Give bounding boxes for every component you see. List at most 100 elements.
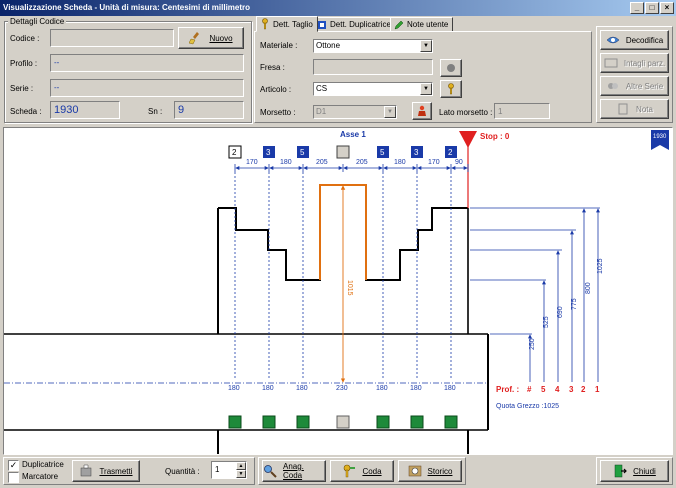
stop-label: Stop : 0 — [480, 132, 510, 141]
clamp-marker — [296, 415, 310, 429]
nuovo-label: Nuovo — [209, 33, 233, 43]
materiale-select[interactable]: Ottone ▼ — [313, 39, 433, 53]
title-bar: Visualizzazione Scheda - Unità di misura… — [0, 0, 676, 16]
prof-value: 5 — [541, 385, 546, 394]
anag-coda-button[interactable]: Anag. Coda — [262, 460, 326, 482]
fresa-label: Fresa : — [260, 63, 285, 72]
scheda-flag-icon — [651, 130, 669, 150]
marcatore-label: Marcatore — [22, 472, 59, 481]
tab-label: Note utente — [407, 20, 449, 29]
nota-button[interactable]: Nota — [600, 99, 669, 119]
marcatore-checkbox[interactable] — [8, 472, 19, 483]
articolo-select[interactable]: CS ▼ — [313, 82, 433, 96]
bottom-value: 180 — [262, 385, 274, 392]
codice-label: Codice : — [10, 34, 40, 43]
key-queue-icon — [342, 464, 356, 478]
minimize-button[interactable]: _ — [630, 2, 644, 14]
tab-label: Dett. Duplicatrice — [330, 20, 391, 29]
tab-dett-taglio[interactable]: Dett. Taglio — [256, 16, 318, 32]
tab-dett-duplicatrice[interactable]: Dett. Duplicatrice — [313, 17, 396, 32]
clamp-marker — [262, 415, 276, 429]
transmit-icon — [79, 464, 93, 478]
right-dim-label: 1025 — [597, 258, 604, 274]
fresa-field — [313, 59, 433, 75]
clamp-markers — [228, 415, 458, 429]
serie-field: -- — [50, 79, 244, 97]
bottom-value: 180 — [296, 385, 308, 392]
right-dim-label: 250 — [529, 338, 536, 350]
stop-triangle-icon — [459, 131, 477, 148]
morsetto-person-button[interactable] — [412, 102, 432, 120]
search-people-icon — [263, 464, 277, 478]
intagli-parz-button[interactable]: Intagli parz. — [600, 53, 669, 73]
cut-code: 3 — [414, 148, 419, 157]
chiudi-button[interactable]: Chiudi — [600, 460, 669, 482]
right-dim-label: 800 — [585, 282, 592, 294]
scheda-flag-label: 1930 — [653, 134, 667, 140]
chevron-down-icon[interactable]: ▼ — [420, 83, 432, 95]
right-dim-label: 690 — [557, 306, 564, 318]
tab-label: Dett. Taglio — [273, 19, 313, 29]
right-dim-label: 525 — [543, 316, 550, 328]
decodifica-label: Decodifica — [625, 35, 664, 45]
lato-label: Lato morsetto : — [439, 108, 493, 117]
decodifica-button[interactable]: Decodifica — [600, 30, 669, 50]
bottom-value: 180 — [376, 385, 388, 392]
center-depth-label: 1015 — [346, 280, 353, 296]
prof-value: 2 — [581, 385, 586, 394]
prof-value: # — [527, 385, 532, 394]
fresa-lookup-button[interactable] — [440, 59, 462, 77]
altre-serie-button[interactable]: Altre Serie — [600, 76, 669, 96]
trasmetti-button[interactable]: Trasmetti — [72, 460, 140, 482]
prof-value: 1 — [595, 385, 600, 394]
top-spacing-label: 170 — [246, 159, 258, 166]
prof-label: Prof. : — [496, 385, 519, 394]
top-spacing-label: 205 — [356, 159, 368, 166]
bottom-value: 230 — [336, 385, 348, 392]
storico-button[interactable]: Storico — [398, 460, 462, 482]
serie-label: Serie : — [10, 84, 34, 93]
clamp-marker — [410, 415, 424, 429]
pencil-icon — [394, 18, 404, 32]
right-dim-label: 775 — [571, 298, 578, 310]
intagli-label: Intagli parz. — [623, 58, 666, 68]
morsetto-label: Morsetto : — [260, 108, 296, 117]
quantita-spin-up[interactable]: ▲ — [236, 462, 246, 470]
chevron-down-icon[interactable]: ▼ — [420, 40, 432, 52]
cut-code: 2 — [232, 148, 237, 157]
key-cut-drawing: Stop : 0 Asse 1 1930 2 3 5 5 3 2 170 180… — [3, 127, 673, 455]
quantita-spin-down[interactable]: ▼ — [236, 470, 246, 478]
close-button[interactable]: × — [660, 2, 674, 14]
top-spacing-label: 180 — [394, 159, 406, 166]
clamp-marker — [376, 415, 390, 429]
top-spacing-label: 205 — [316, 159, 328, 166]
duplicatrice-checkbox[interactable]: ✓ — [8, 460, 19, 471]
storico-label: Storico — [427, 466, 453, 476]
articolo-key-button[interactable] — [440, 80, 462, 98]
cut-code-box — [336, 145, 350, 159]
note-icon — [616, 102, 630, 116]
maximize-button[interactable]: □ — [645, 2, 659, 14]
bottom-value: 180 — [444, 385, 456, 392]
quantita-value: 1 — [215, 465, 220, 474]
coda-button[interactable]: Coda — [330, 460, 394, 482]
cut-code: 2 — [448, 148, 453, 157]
decode-icon — [606, 33, 620, 47]
nuovo-button[interactable]: Nuovo — [178, 27, 244, 49]
tab-note-utente[interactable]: Note utente — [390, 17, 454, 32]
exit-door-icon — [613, 464, 628, 478]
cuts-icon — [604, 56, 618, 70]
materiale-value: Ottone — [316, 41, 341, 50]
broom-icon — [189, 31, 203, 45]
codice-field[interactable] — [50, 29, 174, 47]
cut-code-boxes: 2 3 5 5 3 2 — [228, 145, 457, 159]
prof-value: 3 — [569, 385, 574, 394]
scheda-label: Scheda : — [10, 107, 42, 116]
anag-coda-label: Anag. Coda — [283, 462, 304, 480]
quantita-label: Quantità : — [165, 467, 200, 476]
materiale-label: Materiale : — [260, 41, 298, 50]
history-icon — [408, 464, 422, 478]
details-legend: Dettagli Codice — [8, 16, 67, 27]
articolo-value: CS — [316, 84, 328, 93]
bottom-value: 180 — [228, 385, 240, 392]
